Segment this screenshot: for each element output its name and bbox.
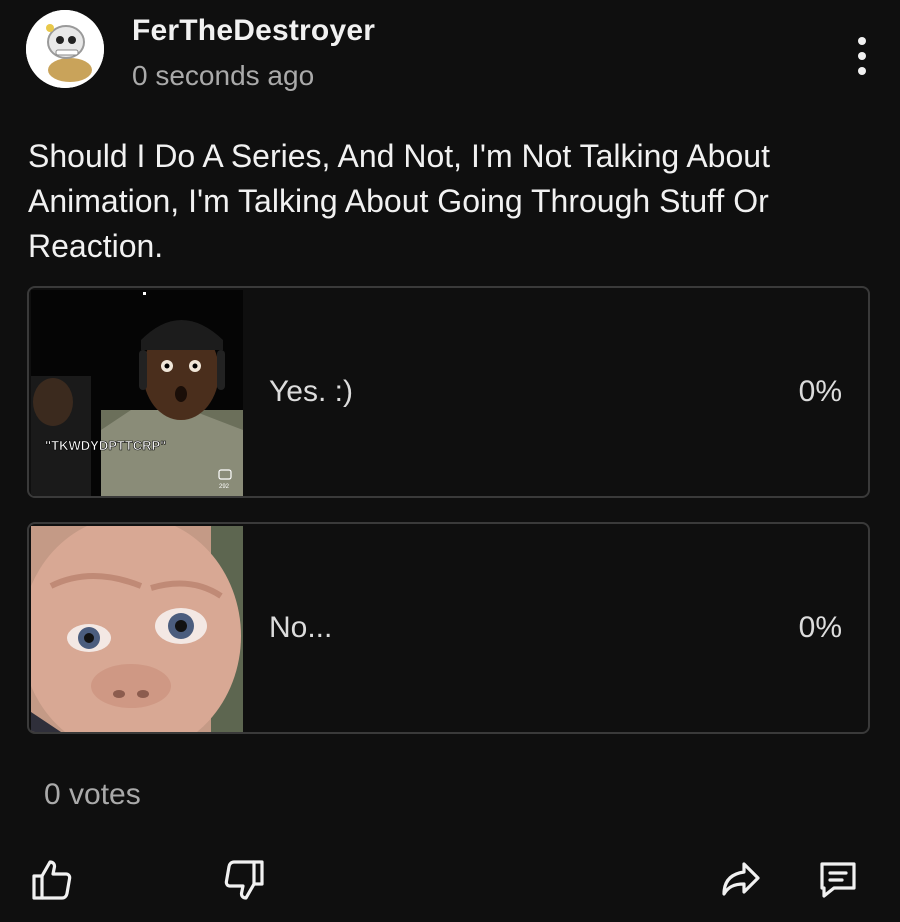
thumb-caption: "TKWDYDPTTCRP" [45, 438, 166, 453]
poll-option-percent: 0% [798, 375, 842, 408]
avatar[interactable] [26, 10, 104, 88]
vote-count: 0 votes [44, 778, 141, 811]
thumbs-up-icon[interactable] [22, 850, 82, 910]
poll-option-label: Yes. :) [269, 375, 353, 408]
thumb-comment-count: 292 [219, 484, 230, 490]
poll-option-percent: 0% [798, 611, 842, 644]
post-timestamp: 0 seconds ago [132, 60, 315, 91]
author-name[interactable]: FerTheDestroyer [132, 14, 375, 48]
poll-option-image: "TKWDYDPTTCRP" 292 [31, 290, 243, 496]
poll-option-label: No... [269, 611, 333, 644]
post-header: FerTheDestroyer 0 seconds ago [26, 8, 876, 98]
post-text: Should I Do A Series, And Not, I'm Not T… [28, 138, 770, 264]
comment-icon[interactable] [808, 850, 868, 910]
poll-option-image [31, 526, 243, 732]
more-vert-icon[interactable] [844, 26, 880, 86]
action-bar [0, 850, 900, 910]
share-icon[interactable] [710, 850, 770, 910]
poll-option-yes[interactable]: "TKWDYDPTTCRP" 292 Yes. :) 0% [27, 286, 870, 498]
poll-option-no[interactable]: No... 0% [27, 522, 870, 734]
thumbs-down-icon[interactable] [214, 850, 274, 910]
